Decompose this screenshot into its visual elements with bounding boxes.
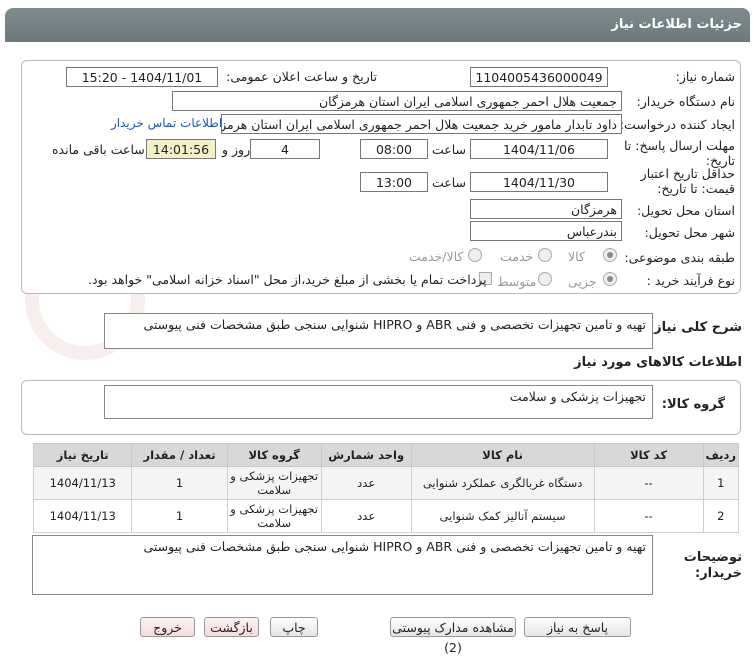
need-number-label: شماره نیاز: [675, 69, 735, 84]
process-option-medium: متوسط [497, 274, 537, 289]
cell-date: 1404/11/13 [32, 466, 133, 500]
cell-row: 1 [702, 466, 740, 500]
process-option-minor: جزیی [568, 274, 597, 289]
category-radio-service[interactable] [538, 248, 552, 262]
need-number-field: 1104005436000049 [470, 67, 608, 87]
price-validity-label-2: قیمت: تا تاریخ: [657, 181, 735, 196]
back-button[interactable]: بازگشت [204, 617, 259, 637]
remaining-time: 14:01:56 [146, 139, 216, 159]
delivery-province-label: استان محل تحویل: [636, 203, 735, 218]
cell-unit: عدد [320, 466, 412, 500]
col-unit: واحد شمارش [320, 443, 412, 467]
items-table: ردیف کد کالا نام کالا واحد شمارش گروه کا… [32, 443, 740, 533]
exit-button[interactable]: خروج [140, 617, 195, 637]
reply-deadline-date: 1404/11/06 [470, 139, 608, 159]
col-name: نام کالا [410, 443, 595, 467]
remaining-label: ساعت باقی مانده [52, 142, 145, 157]
buyer-contact-link[interactable]: اطلاعات تماس خریدار [111, 116, 222, 130]
category-option-service: خدمت [500, 249, 534, 264]
requester-label: ایجاد کننده درخواست: [619, 117, 735, 132]
cell-name: سیستم آنالیز کمک شنوایی [410, 499, 595, 533]
category-option-goods-service: کالا/خدمت [409, 249, 464, 264]
goods-group-label: گروه کالا: [661, 397, 725, 412]
price-time-label: ساعت [432, 175, 467, 190]
summary-textarea: تهیه و تامین تجهیزات تخصصی و فنی ABR و H… [104, 313, 653, 349]
col-group: گروه کالا [226, 443, 322, 467]
delivery-province-field: هرمزگان [470, 199, 622, 219]
cell-group: تجهیزات پزشکی و سلامت [226, 499, 322, 533]
col-qty: تعداد / مقدار [131, 443, 228, 467]
category-option-goods: کالا [568, 249, 585, 264]
cell-date: 1404/11/13 [32, 499, 133, 533]
col-date: تاریخ نیاز [32, 443, 133, 467]
delivery-city-label: شهر محل تحویل: [644, 225, 735, 240]
goods-group-field: تجهیزات پزشکی و سلامت [104, 385, 653, 419]
table-row: 1 -- دستگاه غربالگری عملکرد شنوایی عدد ت… [32, 466, 740, 500]
cell-qty: 1 [131, 499, 228, 533]
reply-time-label: ساعت [432, 142, 467, 157]
page-header: جزئیات اطلاعات نیاز [5, 8, 750, 42]
reply-deadline-time: 08:00 [360, 139, 428, 159]
category-radio-goods-service[interactable] [468, 248, 482, 262]
cell-code: -- [593, 466, 704, 500]
cell-row: 2 [702, 499, 740, 533]
buyer-notes-textarea: تهیه و تامین تجهیزات تخصصی و فنی ABR و H… [32, 535, 653, 595]
buyer-org-label: نام دستگاه خریدار: [636, 94, 735, 109]
treasury-payment-note: پرداخت تمام یا بخشی از مبلغ خرید،از محل … [88, 272, 487, 287]
announce-datetime-field: 1404/11/01 - 15:20 [66, 67, 218, 87]
cell-name: دستگاه غربالگری عملکرد شنوایی [410, 466, 595, 500]
buyer-notes-label-2: خریدار: [695, 566, 742, 581]
print-button[interactable]: چاپ [270, 617, 318, 637]
delivery-city-field: بندرعباس [470, 221, 622, 241]
table-header-row: ردیف کد کالا نام کالا واحد شمارش گروه کا… [32, 443, 740, 467]
price-validity-label: حداقل تاریخ اعتبار [640, 166, 735, 181]
price-validity-time: 13:00 [360, 172, 428, 192]
need-details-page: AriaTender.net جزئیات اطلاعات نیاز شماره… [0, 0, 755, 655]
process-radio-minor[interactable] [603, 272, 617, 286]
cell-group: تجهیزات پزشکی و سلامت [226, 466, 322, 500]
buyer-notes-label: توضیحات [683, 550, 742, 565]
col-row: ردیف [702, 443, 740, 467]
view-attachments-button[interactable]: مشاهده مدارک پیوستی (2) [390, 617, 516, 655]
reply-deadline-label: مهلت ارسال پاسخ: تا [624, 138, 735, 153]
reply-button[interactable]: پاسخ به نیاز [524, 617, 631, 637]
buyer-org-field: جمعیت هلال احمر جمهوری اسلامی ایران استا… [172, 91, 622, 111]
cell-qty: 1 [131, 466, 228, 500]
col-code: کد کالا [593, 443, 704, 467]
summary-label: شرح کلی نیاز: [648, 320, 742, 335]
category-radio-goods[interactable] [603, 248, 617, 262]
announce-datetime-label: تاریخ و ساعت اعلان عمومی: [226, 69, 377, 84]
goods-info-heading: اطلاعات کالاهای مورد نیاز [574, 355, 742, 370]
table-row: 2 -- سیستم آنالیز کمک شنوایی عدد تجهیزات… [32, 499, 740, 533]
requester-field: داود تابدار مامور خرید جمعیت هلال احمر ج… [221, 114, 622, 134]
remaining-days: 4 [250, 139, 320, 159]
cell-unit: عدد [320, 499, 412, 533]
process-radio-medium[interactable] [538, 272, 552, 286]
category-label: طبقه بندی موضوعی: [624, 250, 735, 265]
price-validity-date: 1404/11/30 [470, 172, 608, 192]
days-label: روز و [222, 142, 251, 157]
cell-code: -- [593, 499, 704, 533]
process-type-label: نوع فرآیند خرید : [646, 273, 735, 288]
